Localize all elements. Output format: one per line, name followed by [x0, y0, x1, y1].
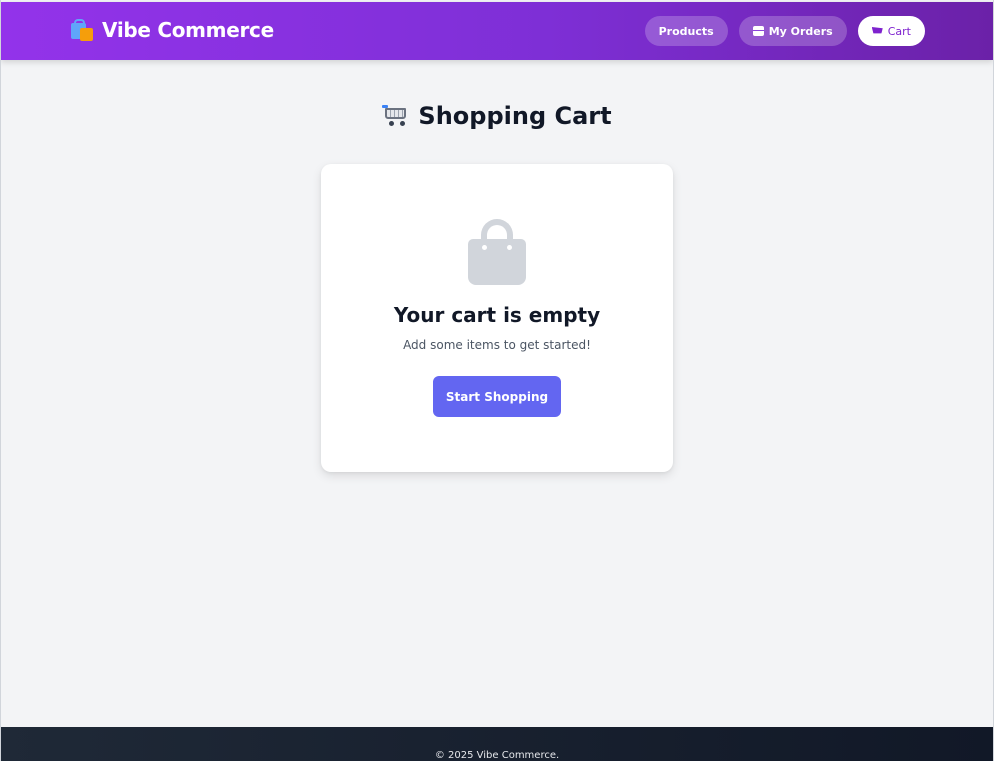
- brand-name: Vibe Commerce: [102, 18, 274, 42]
- empty-cart-title: Your cart is empty: [393, 303, 601, 327]
- start-shopping-button[interactable]: Start Shopping: [433, 376, 561, 417]
- top-navbar: Vibe Commerce Products My Orders Cart: [1, 2, 993, 60]
- shopping-bags-icon: [71, 19, 93, 41]
- start-shopping-label: Start Shopping: [445, 389, 549, 404]
- empty-cart-card: Your cart is empty Add some items to get…: [321, 164, 673, 472]
- page-title-text: Shopping Cart: [418, 102, 612, 130]
- shopping-cart-icon: [382, 104, 408, 126]
- nav-my-orders-label: My Orders: [768, 24, 833, 38]
- nav-products-button[interactable]: Products: [644, 16, 728, 46]
- nav-cart-label: Cart: [887, 24, 911, 38]
- footer: © 2025 Vibe Commerce.: [1, 727, 993, 761]
- empty-cart-subtitle: Add some items to get started!: [403, 338, 591, 352]
- nav-my-orders-button[interactable]: My Orders: [738, 16, 847, 46]
- main-nav: Products My Orders Cart: [644, 16, 925, 46]
- nav-products-label: Products: [658, 24, 714, 38]
- shopping-bag-icon: [468, 219, 526, 285]
- page-title: Shopping Cart: [1, 102, 993, 130]
- app-window: Vibe Commerce Products My Orders Cart Sh…: [0, 0, 994, 761]
- nav-cart-button[interactable]: Cart: [857, 16, 925, 46]
- brand[interactable]: Vibe Commerce: [71, 18, 274, 42]
- box-icon: [752, 26, 764, 36]
- footer-copyright: © 2025 Vibe Commerce.: [434, 750, 560, 761]
- cart-icon: [871, 27, 883, 34]
